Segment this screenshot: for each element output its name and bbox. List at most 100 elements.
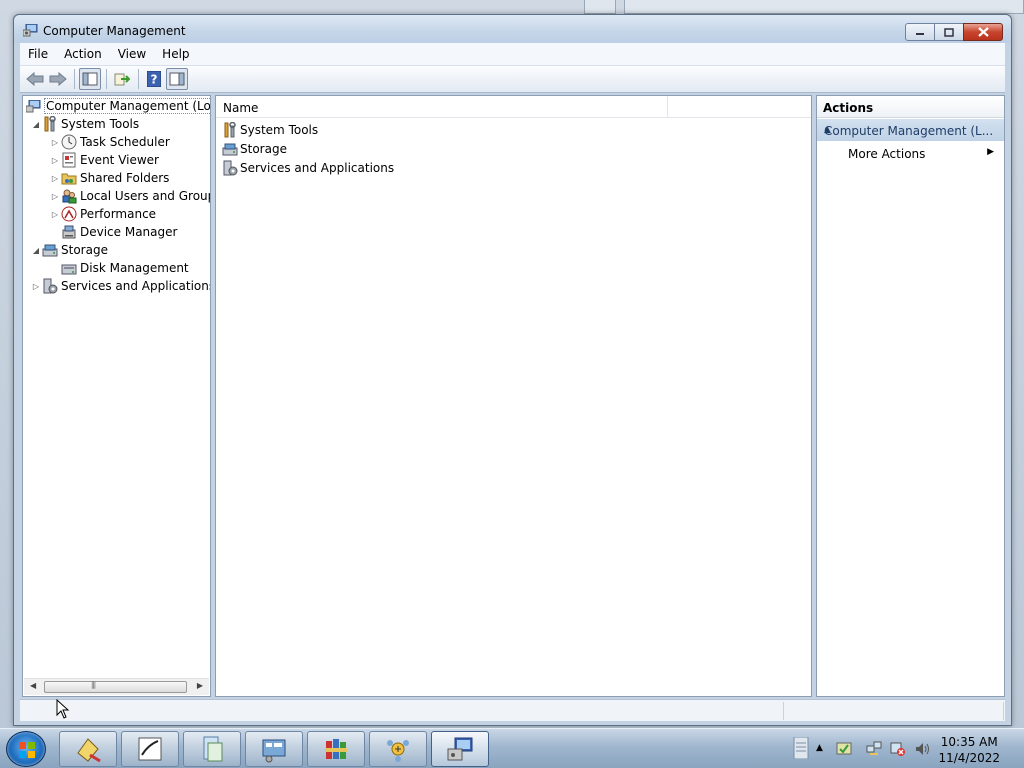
tree-label: Storage (61, 243, 108, 257)
console-tree: Computer Management (Local ◢ System Tool… (22, 95, 211, 697)
submenu-arrow-icon: ▶ (987, 147, 994, 157)
close-icon (977, 27, 989, 37)
paint-palette-icon (77, 738, 101, 763)
tree-item-services-applications[interactable]: ▷ Services and Applications (31, 277, 210, 295)
menu-help[interactable]: Help (154, 47, 197, 61)
event-viewer-icon (61, 152, 77, 168)
tree-item-event-viewer[interactable]: ▷ Event Viewer (50, 151, 159, 169)
show-desktop-grip-icon[interactable] (792, 737, 810, 759)
background-window (584, 0, 616, 14)
action-center-flag-icon[interactable] (836, 741, 852, 757)
computer-management-icon (447, 737, 473, 761)
show-hidden-icons-arrow[interactable]: ▲ (816, 743, 832, 759)
collapse-up-icon[interactable]: ▲ (824, 125, 996, 135)
actions-pane: Actions Computer Management (L... ▲ More… (816, 95, 1005, 697)
storage-icon (222, 141, 238, 157)
clock-time: 10:35 AM (940, 735, 998, 749)
list-item-label: Storage (240, 142, 287, 156)
expand-icon[interactable]: ▷ (50, 156, 60, 165)
list-item-services-applications[interactable]: Services and Applications (222, 159, 394, 177)
column-header-name[interactable]: Name (223, 101, 258, 115)
tree-item-performance[interactable]: ▷ Performance (50, 205, 156, 223)
list-item-storage[interactable]: Storage (222, 140, 287, 158)
volume-icon[interactable] (914, 741, 930, 757)
tree-label: Task Scheduler (80, 135, 170, 149)
list-item-system-tools[interactable]: System Tools (222, 121, 318, 139)
minimize-button[interactable] (905, 23, 935, 41)
system-tools-icon (42, 116, 58, 132)
menu-file[interactable]: File (20, 47, 56, 61)
tree-item-device-manager[interactable]: Device Manager (50, 223, 177, 241)
close-button[interactable] (963, 23, 1003, 41)
tree-item-local-users-groups[interactable]: ▷ Local Users and Groups (50, 187, 210, 205)
tree-item-disk-management[interactable]: Disk Management (50, 259, 189, 277)
menu-action[interactable]: Action (56, 47, 110, 61)
back-button[interactable] (24, 68, 46, 90)
forward-button[interactable] (47, 68, 69, 90)
network-disconnected-icon[interactable] (890, 741, 906, 757)
archive-books-icon (325, 739, 347, 759)
expand-icon[interactable]: ▷ (50, 138, 60, 147)
storage-icon (42, 242, 58, 258)
collapse-icon[interactable]: ◢ (31, 246, 41, 255)
toolbar: ? (20, 65, 1005, 93)
scroll-left-icon[interactable]: ◀ (30, 681, 36, 690)
column-divider[interactable] (667, 96, 668, 118)
system-tools-icon (222, 122, 238, 138)
help-button[interactable]: ? (143, 68, 165, 90)
expand-icon[interactable]: ▷ (31, 282, 41, 291)
svg-text:?: ? (151, 73, 158, 87)
tree-label: System Tools (61, 117, 140, 131)
taskbar-app-paint[interactable] (59, 731, 117, 767)
services-applications-icon (42, 278, 58, 294)
help-icon: ? (147, 71, 161, 87)
tree-label: Disk Management (80, 261, 189, 275)
users-icon (61, 188, 77, 204)
clock[interactable]: 10:35 AM 11/4/2022 (938, 734, 1000, 766)
tree-horizontal-scrollbar[interactable]: ◀ ||| ▶ (24, 678, 209, 695)
network-icon[interactable] (866, 741, 882, 757)
maximize-button[interactable] (934, 23, 964, 41)
back-arrow-icon (26, 72, 44, 86)
computer-management-window: Computer Management File Action View Hel… (13, 14, 1012, 726)
expand-icon[interactable]: ▷ (50, 210, 60, 219)
actions-section-computer-management[interactable]: Computer Management (L... ▲ (817, 119, 1004, 141)
system-tray: ▲ 10:35 AM 11/4/2022 (790, 729, 1024, 768)
scrollbar-thumb[interactable] (44, 681, 187, 693)
tree-label: Device Manager (80, 225, 178, 239)
taskbar-app-network[interactable] (369, 731, 427, 767)
tree-root-computer-management[interactable]: Computer Management (Local (25, 97, 210, 115)
expand-icon[interactable]: ▷ (50, 174, 60, 183)
toolbar-separator (106, 69, 107, 89)
scroll-right-icon[interactable]: ▶ (197, 681, 203, 690)
expand-icon[interactable]: ▷ (50, 192, 60, 201)
show-hide-action-pane-button[interactable] (166, 68, 188, 90)
show-hide-tree-button[interactable] (79, 68, 101, 90)
tree-item-task-scheduler[interactable]: ▷ Task Scheduler (50, 133, 170, 151)
tree-item-system-tools[interactable]: ◢ System Tools (31, 115, 139, 133)
tree-label: Computer Management (Local (44, 98, 210, 114)
taskbar-app-control-panel[interactable] (245, 731, 303, 767)
start-button[interactable] (6, 731, 46, 767)
taskbar-app-computer-management[interactable] (431, 731, 489, 767)
document-icon (203, 736, 223, 762)
services-applications-icon (222, 160, 238, 176)
taskbar-app-winrar[interactable] (307, 731, 365, 767)
collapse-icon[interactable]: ◢ (31, 120, 41, 129)
menu-view[interactable]: View (110, 47, 154, 61)
maximize-icon (944, 27, 954, 37)
actions-header: Actions (817, 96, 1004, 118)
more-actions-item[interactable]: More Actions (848, 147, 925, 161)
taskbar-app-explorer[interactable] (183, 731, 241, 767)
export-list-button[interactable] (111, 68, 133, 90)
computer-management-icon (23, 24, 38, 37)
mouse-pointer-icon (56, 699, 70, 719)
tree-item-storage[interactable]: ◢ Storage (31, 241, 108, 259)
windows-logo-icon (19, 742, 35, 758)
control-panel-icon (262, 739, 286, 763)
background-window (624, 0, 1024, 14)
tree-item-shared-folders[interactable]: ▷ Shared Folders (50, 169, 169, 187)
device-manager-icon (61, 224, 77, 240)
taskbar-app-notepad[interactable] (121, 731, 179, 767)
title-bar[interactable]: Computer Management (14, 15, 1011, 43)
